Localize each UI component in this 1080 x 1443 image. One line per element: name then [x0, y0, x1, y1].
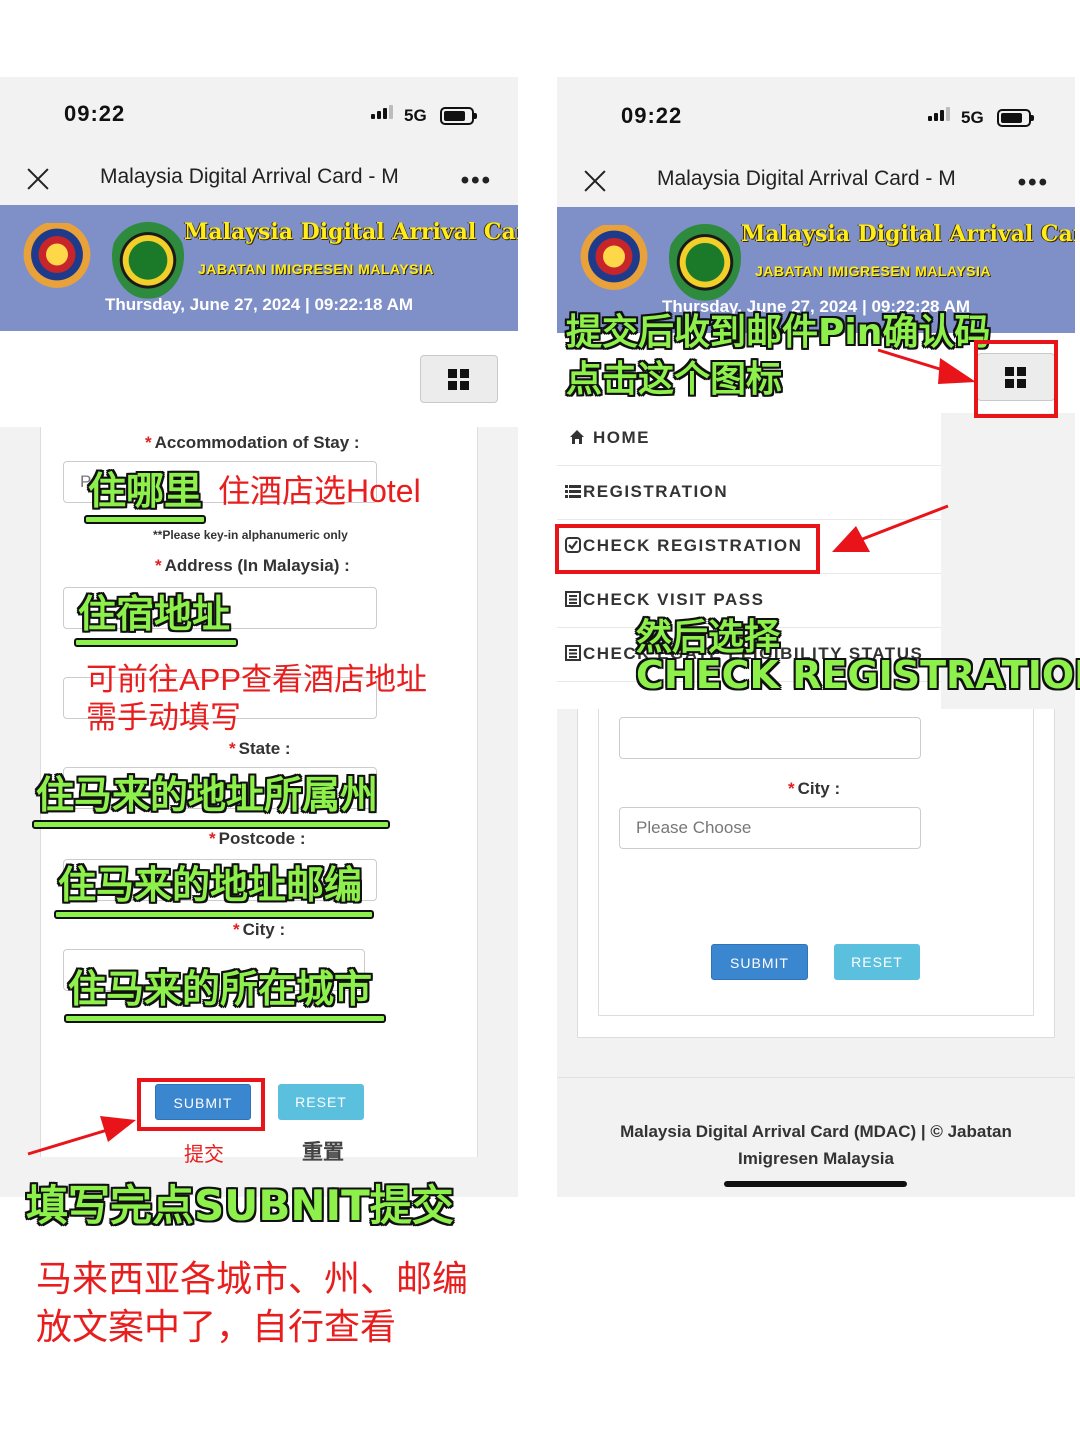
battery-icon	[440, 107, 477, 125]
state-label-text: State :	[238, 739, 291, 758]
annotation-fill-submit: 填写完点SUBNIT提交	[26, 1181, 454, 1230]
annotation-underline	[54, 910, 374, 919]
annotation-reset-cn: 重置	[302, 1141, 344, 1164]
page-title: Malaysia Digital Arrival Card - M	[657, 167, 956, 190]
annotation-postcode: 住马来的地址邮编	[58, 863, 363, 907]
footer-line-1: Malaysia Digital Arrival Card (MDAC) | ©…	[620, 1122, 1012, 1141]
status-time: 09:22	[64, 101, 126, 126]
address-label: * Address (In Malaysia) :	[155, 556, 350, 576]
immigration-emblem-icon	[112, 213, 184, 299]
city-placeholder: Please Choose	[636, 818, 752, 837]
annotation-underline	[74, 638, 238, 647]
alphanumeric-hint: **Please key-in alphanumeric only	[153, 528, 348, 542]
home-icon	[570, 430, 584, 444]
required-mark: *	[788, 779, 795, 798]
annotation-app-address-2: 需手动填写	[86, 700, 241, 735]
network-label: 5G	[404, 106, 427, 125]
submit-button[interactable]: SUBMIT	[711, 944, 808, 980]
banner-title: Malaysia Digital Arrival Card	[741, 221, 1075, 247]
postcode-input[interactable]	[619, 717, 921, 759]
battery-icon	[997, 109, 1034, 127]
immigration-emblem-icon	[669, 215, 741, 301]
grid-menu-icon[interactable]	[420, 355, 498, 403]
document-icon	[565, 645, 581, 661]
arrow-icon	[832, 504, 949, 552]
city-label-text: City :	[797, 779, 841, 798]
menu-item-label: HOME	[593, 428, 650, 447]
banner-title: Malaysia Digital Arrival Card	[184, 219, 518, 245]
city-label-text: City :	[242, 920, 286, 939]
browser-nav-bar: Malaysia Digital Arrival Card - M •••	[0, 153, 518, 205]
list-icon	[565, 485, 581, 498]
reset-button[interactable]: RESET	[834, 944, 920, 980]
status-time: 09:22	[621, 103, 683, 128]
coat-of-arms-icon	[577, 225, 651, 295]
signal-icon	[928, 107, 952, 121]
postcode-label: * Postcode :	[209, 829, 306, 849]
city-form-section: * City : Please Choose SUBMIT RESET	[577, 709, 1055, 1038]
status-bar: 09:22 5G	[0, 77, 518, 153]
home-indicator	[724, 1181, 907, 1187]
annotation-click-icon: 点击这个图标	[566, 359, 783, 400]
annotation-note-2: 放文案中了，自行查看	[36, 1306, 397, 1347]
close-icon[interactable]	[26, 167, 50, 191]
phone-screen-right: 09:22 5G Malaysia Digital Arrival Card -…	[557, 77, 1075, 1197]
required-mark: *	[233, 920, 240, 939]
footer-line-2: Imigresen Malaysia	[738, 1149, 894, 1168]
city-label: * City :	[233, 920, 285, 940]
postcode-label-text: Postcode :	[218, 829, 306, 848]
footer-area: Malaysia Digital Arrival Card (MDAC) | ©…	[557, 1077, 1075, 1197]
coat-of-arms-icon	[20, 223, 94, 293]
annotation-underline	[64, 1014, 386, 1023]
annotation-underline	[32, 820, 390, 829]
menu-item-label: REGISTRATION	[583, 482, 729, 501]
highlight-grid-menu	[974, 340, 1058, 418]
address-label-text: Address (In Malaysia) :	[164, 556, 350, 575]
header-banner: Malaysia Digital Arrival Card JABATAN IM…	[0, 205, 518, 331]
annotation-submit-cn: 提交	[184, 1144, 224, 1166]
banner-date: Thursday, June 27, 2024 | 09:22:18 AM	[104, 295, 414, 314]
accommodation-label-text: Accommodation of Stay :	[154, 433, 360, 452]
annotation-city: 住马来的所在城市	[68, 967, 373, 1011]
required-mark: *	[209, 829, 216, 848]
browser-nav-bar: Malaysia Digital Arrival Card - M •••	[557, 155, 1075, 207]
annotation-state: 住马来的地址所属州	[36, 773, 379, 817]
required-mark: *	[145, 433, 152, 452]
menu-item-home[interactable]: HOME	[557, 413, 941, 466]
banner-subtitle: JABATAN IMIGRESEN MALAYSIA	[198, 261, 434, 277]
annotation-note-1: 马来西亚各城市、州、邮编	[36, 1258, 469, 1299]
status-bar: 09:22 5G	[557, 77, 1075, 153]
page-title: Malaysia Digital Arrival Card - M	[100, 165, 399, 188]
required-mark: *	[229, 739, 236, 758]
arrow-icon	[877, 348, 976, 384]
more-options-icon[interactable]: •••	[461, 167, 492, 195]
city-select[interactable]: Please Choose	[619, 807, 921, 849]
annotation-address: 住宿地址	[78, 592, 231, 636]
footer-text: Malaysia Digital Arrival Card (MDAC) | ©…	[557, 1118, 1075, 1172]
more-options-icon[interactable]: •••	[1018, 169, 1049, 197]
reset-button[interactable]: RESET	[278, 1084, 364, 1120]
annotation-hotel: 住酒店选Hotel	[218, 473, 421, 509]
menu-strip	[0, 331, 518, 427]
signal-icon	[371, 105, 395, 119]
menu-item-label: CHECK VISIT PASS	[583, 590, 765, 609]
document-icon	[565, 591, 581, 607]
banner-subtitle: JABATAN IMIGRESEN MALAYSIA	[755, 263, 991, 279]
highlight-check-registration	[555, 524, 820, 574]
accommodation-label: * Accommodation of Stay :	[145, 433, 360, 453]
required-mark: *	[155, 556, 162, 575]
state-label: * State :	[229, 739, 291, 759]
annotation-where-stay: 住哪里	[88, 469, 203, 513]
city-label: * City :	[788, 779, 840, 799]
arrow-icon	[27, 1116, 136, 1156]
annotation-underline	[84, 515, 206, 524]
network-label: 5G	[961, 108, 984, 127]
annotation-check-registration: CHECK REGISTRATION	[636, 653, 1080, 697]
form-inner-panel: * City : Please Choose SUBMIT RESET	[598, 709, 1034, 1016]
highlight-submit	[137, 1078, 265, 1131]
close-icon[interactable]	[583, 169, 607, 193]
